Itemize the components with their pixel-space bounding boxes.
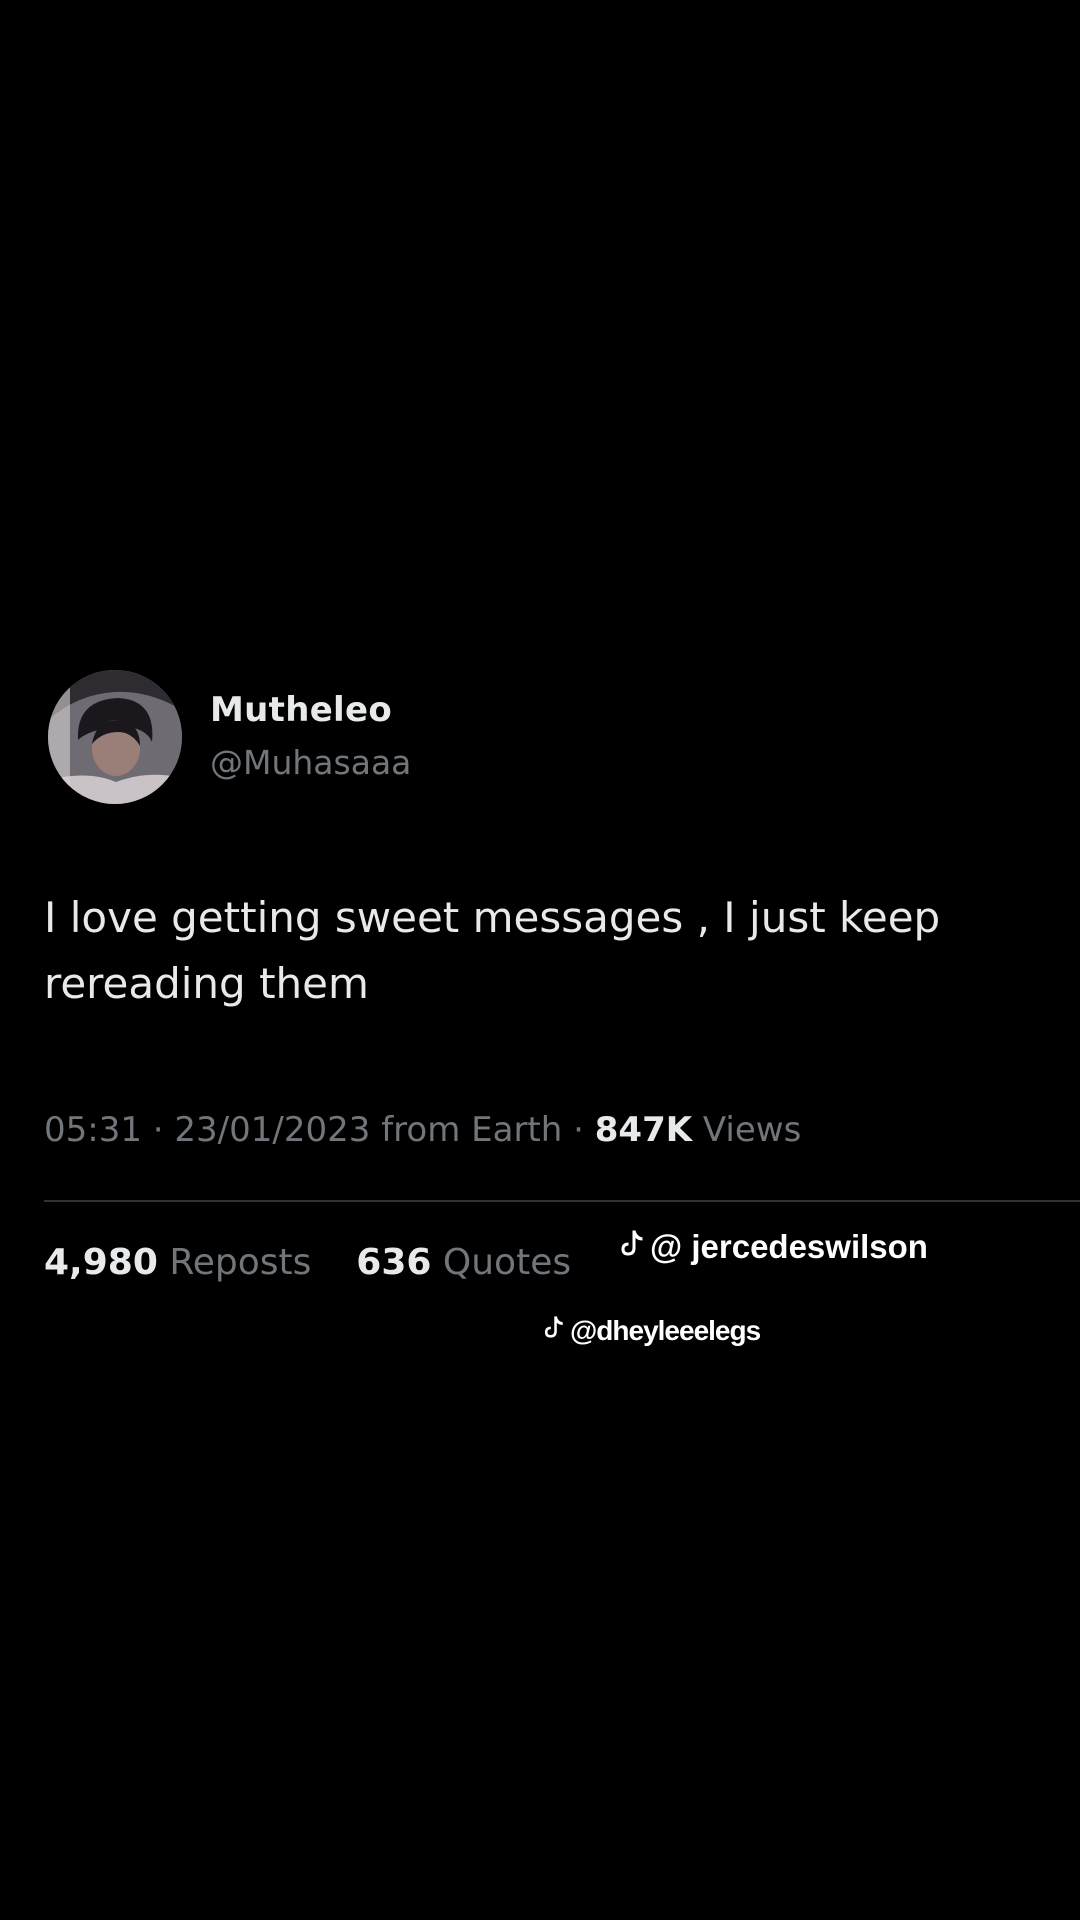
tiktok-icon	[542, 1314, 564, 1347]
quotes-stat[interactable]: 636 Quotes	[356, 1242, 571, 1283]
reposts-count: 4,980	[44, 1242, 158, 1283]
meta-separator: ·	[573, 1110, 595, 1150]
meta-separator: ·	[152, 1110, 175, 1150]
tweet-source: from Earth	[381, 1110, 563, 1150]
views-label: Views	[702, 1110, 802, 1150]
quotes-label: Quotes	[442, 1242, 572, 1283]
divider	[44, 1200, 1080, 1202]
watermark-secondary-text: @dheyleeelegs	[570, 1315, 761, 1346]
tiktok-watermark-secondary: @dheyleeelegs	[542, 1314, 761, 1347]
reposts-stat[interactable]: 4,980 Reposts	[44, 1242, 323, 1283]
user-handle[interactable]: @Muhasaaa	[210, 743, 411, 782]
display-name[interactable]: Mutheleo	[210, 690, 392, 730]
tiktok-watermark-primary: @ jercedeswilson	[618, 1228, 928, 1266]
engagement-stats: 4,980 Reposts 636 Quotes	[44, 1242, 571, 1283]
tweet-date[interactable]: 23/01/2023	[174, 1110, 370, 1150]
tweet-time[interactable]: 05:31	[44, 1110, 142, 1150]
profile-photo-icon	[48, 670, 182, 804]
quotes-count: 636	[356, 1242, 432, 1283]
avatar[interactable]	[48, 670, 182, 804]
views-count: 847K	[594, 1110, 693, 1150]
tweet-text: I love getting sweet messages , I just k…	[44, 893, 941, 1008]
reposts-label: Reposts	[169, 1242, 312, 1283]
watermark-primary-text: @ jercedeswilson	[650, 1228, 928, 1265]
tweet-meta: 05:31 · 23/01/2023 from Earth · 847K Vie…	[44, 1110, 801, 1150]
tiktok-icon	[618, 1228, 644, 1266]
